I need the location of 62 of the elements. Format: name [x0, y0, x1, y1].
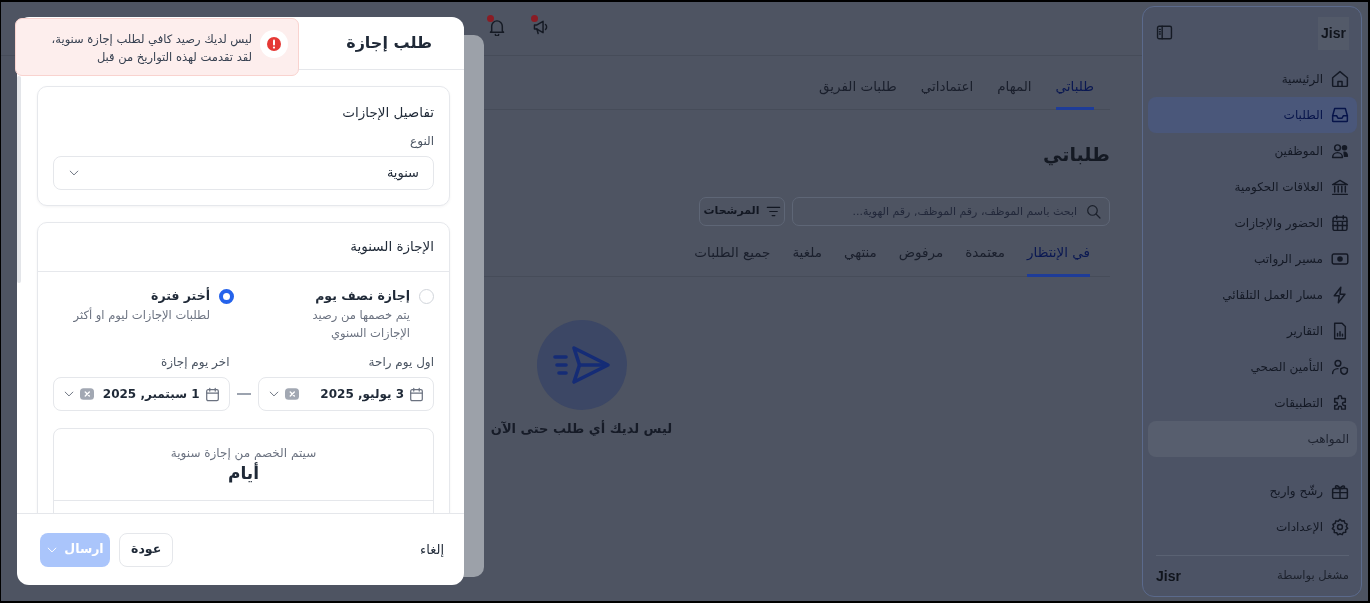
company-logo: Jisr — [1156, 566, 1181, 586]
user-shield-icon — [1331, 358, 1349, 376]
sidebar-nav-item[interactable]: التطبيقات — [1148, 385, 1357, 421]
field-label: النوع — [409, 133, 434, 150]
sidebar-nav-item[interactable]: العلاقات الحكومية — [1148, 169, 1357, 205]
calendar-icon — [1331, 214, 1349, 232]
clear-icon[interactable] — [80, 388, 94, 400]
option-description: لطلبات الإجازات ليوم او أكثر — [73, 306, 210, 324]
deduction-days: أيام — [227, 462, 260, 484]
sidebar-nav-item[interactable]: مسير الرواتب — [1148, 241, 1357, 277]
leave-type-select[interactable]: سنوية — [53, 156, 434, 190]
powered-by-label: مشغل بواسطة — [1277, 567, 1349, 585]
field-label: اول يوم راحة — [367, 354, 434, 371]
lightning-icon — [1331, 286, 1349, 304]
date-field[interactable]: 1 سبتمبر, 2025 — [53, 377, 230, 411]
sidebar-nav-item[interactable]: الطلبات — [1148, 97, 1357, 133]
inbox-icon — [1331, 106, 1349, 124]
users-icon — [1331, 142, 1349, 160]
empty-state-message: ليس لديك أي طلب حتى الآن — [490, 419, 673, 438]
report-icon — [1331, 322, 1349, 340]
sidebar-nav-item[interactable]: الحضور والإجازات — [1148, 205, 1357, 241]
option-label: إجازة نصف يوم — [314, 287, 410, 306]
sidebar-nav-item[interactable]: الموظفين — [1148, 133, 1357, 169]
alert-icon — [260, 30, 288, 58]
gift-icon — [1331, 482, 1349, 500]
sidebar-nav-item[interactable]: رشّح واربح — [1148, 473, 1357, 509]
modal-title: طلب إجازة — [346, 32, 432, 54]
page-tab[interactable]: طلباتي — [1055, 70, 1094, 110]
sidebar-nav-item[interactable]: مسار العمل التلقائي — [1148, 277, 1357, 313]
back-button[interactable]: عودة — [119, 532, 174, 567]
puzzle-icon — [1331, 394, 1349, 412]
date-field[interactable]: 3 يوليو, 2025 — [257, 377, 434, 411]
status-tab[interactable]: في الإنتظار — [1027, 234, 1090, 277]
sidebar-nav-item[interactable]: التقارير — [1148, 313, 1357, 349]
toast-message: ليس لديك رصيد كافي لطلب إجازة سنوية، لقد تقدمت لهذه التواريخ من قبل — [50, 31, 252, 66]
bank-icon — [1331, 178, 1349, 196]
radio-button[interactable] — [219, 289, 234, 304]
sidebar-nav-item[interactable]: الإعدادات — [1148, 509, 1357, 545]
cancel-button[interactable]: إلغاء — [420, 539, 444, 560]
paper-plane-icon — [536, 320, 627, 410]
bell-icon[interactable] — [488, 18, 506, 36]
deduction-note: سيتم الخصم من إجازة سنوية — [170, 445, 317, 462]
settings-icon — [1331, 518, 1349, 536]
scrollbar-thumb[interactable] — [17, 76, 21, 283]
home-icon — [1331, 70, 1349, 88]
filter-icon — [765, 204, 781, 219]
sidebar-toggle-icon[interactable] — [1156, 24, 1173, 41]
banknote-icon — [1331, 250, 1349, 268]
field-label: اخر يوم إجازة — [160, 354, 230, 371]
sidebar-nav-item[interactable]: التأمين الصحي — [1148, 349, 1357, 385]
sidebar-nav-item[interactable]: الرئيسية — [1148, 61, 1357, 97]
section-title: الإجازة السنوية — [349, 237, 434, 256]
megaphone-icon[interactable] — [532, 18, 550, 36]
option-description: يتم خصمها من رصيد الإجازات السنوي — [311, 307, 410, 342]
option-label: أختر فترة — [150, 286, 210, 305]
filter-button[interactable]: المرشحات — [699, 197, 785, 226]
calendar-icon — [409, 386, 424, 402]
clear-icon[interactable] — [284, 388, 299, 400]
section-title: تفاصيل الإجازات — [341, 103, 434, 122]
calendar-icon — [204, 386, 220, 402]
search-icon — [1086, 204, 1101, 219]
company-logo: Jisr — [1318, 17, 1349, 50]
